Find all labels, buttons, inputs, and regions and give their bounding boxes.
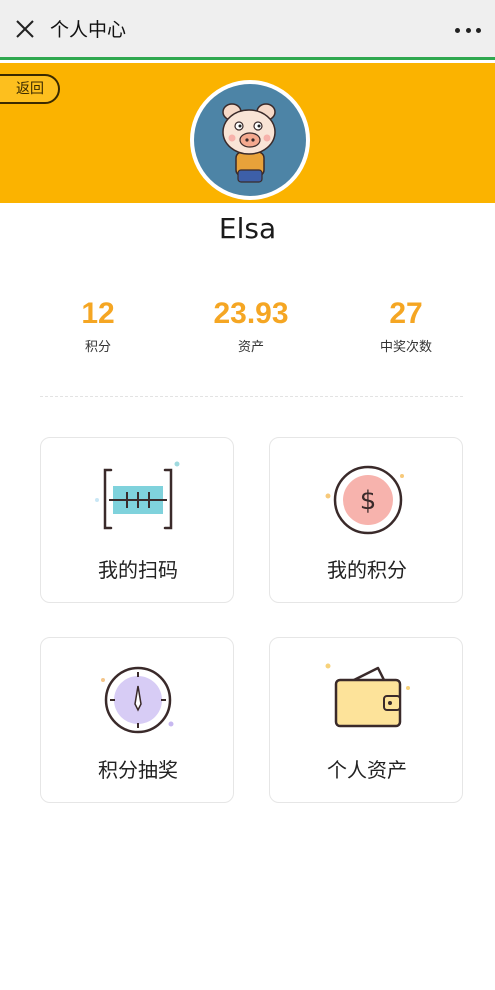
stat-value: 27 [389,297,423,330]
menu-card-label: 积分抽奖 [98,758,178,782]
stat-value: 23.93 [213,297,289,330]
menu-card-label: 我的扫码 [98,558,178,582]
stats-row: 12 积分 23.93 资产 27 中奖次数 [0,296,495,366]
menu-card-label: 个人资产 [327,758,407,782]
stat-assets[interactable]: 23.93 资产 [171,296,331,355]
menu-card-personal-assets[interactable]: 个人资产 [269,637,463,803]
username: Elsa [218,212,277,245]
more-dot-icon [476,27,481,33]
stat-value: 12 [81,297,115,330]
more-dot-icon [465,27,471,33]
avatar-image [194,84,306,196]
dollar-coin-icon: $ [325,465,404,535]
close-button[interactable] [0,0,50,59]
svg-text:$: $ [360,486,377,516]
back-button[interactable]: 返回 [0,74,60,104]
top-nav-bar: 个人中心 [0,0,495,60]
stat-wins[interactable]: 27 中奖次数 [326,296,486,355]
menu-card-my-scan[interactable]: 我的扫码 [40,437,234,603]
page-title: 个人中心 [50,19,127,41]
close-icon [16,19,34,38]
stat-label: 中奖次数 [379,340,432,355]
more-dot-icon [455,27,460,33]
stat-label: 资产 [237,340,264,355]
stat-label: 积分 [84,340,111,355]
menu-card-label: 我的积分 [327,558,407,582]
wallet-icon [325,663,410,728]
menu-card-my-points[interactable]: $ 我的积分 [269,437,463,603]
pig-cartoon-icon [222,103,276,183]
menu-card-points-lottery[interactable]: 积分抽奖 [40,637,234,803]
stat-points[interactable]: 12 积分 [18,296,178,355]
scan-code-icon [95,461,180,530]
dashed-divider [40,396,463,397]
compass-icon [101,666,174,734]
avatar[interactable] [190,80,310,200]
more-menu-button[interactable] [455,18,481,42]
